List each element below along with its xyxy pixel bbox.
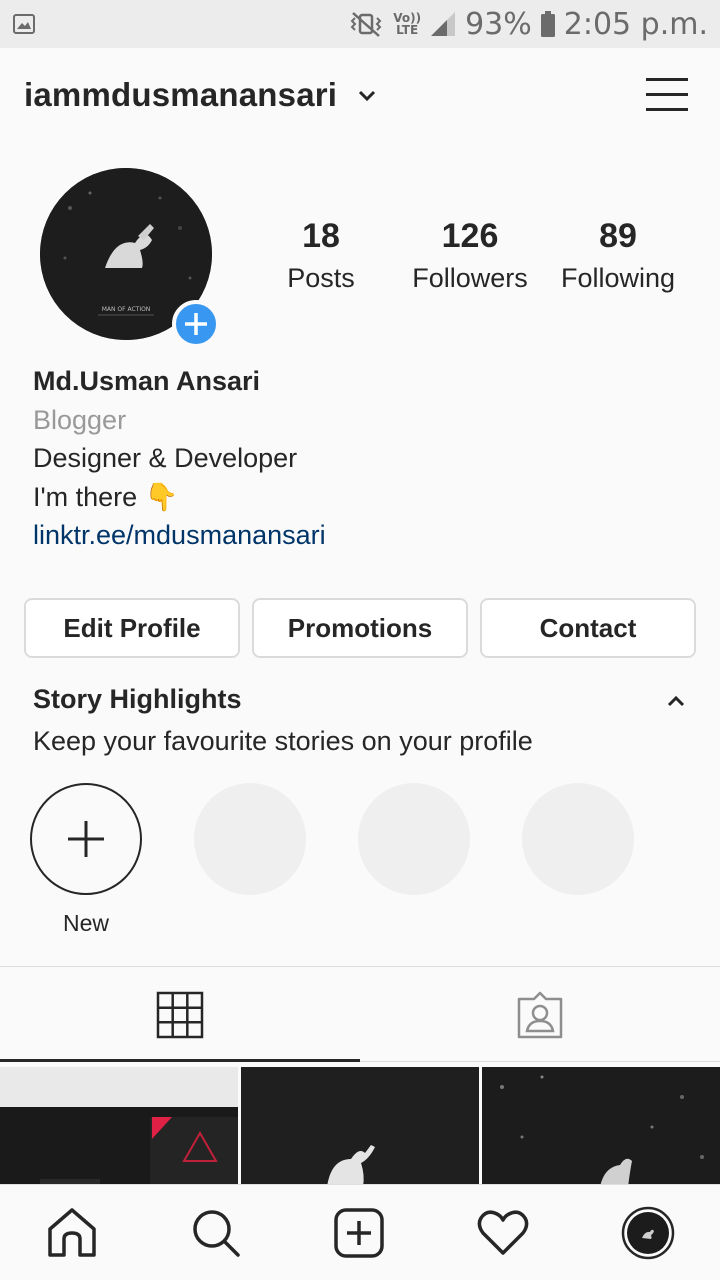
post-thumbnail[interactable] <box>482 1067 720 1187</box>
highlight-placeholder <box>358 783 470 895</box>
profile-header: iammdusmanansari <box>0 48 720 146</box>
chevron-down-icon[interactable] <box>358 90 376 102</box>
hamburger-menu-icon[interactable] <box>646 76 688 114</box>
following-stat[interactable]: 89 Following <box>543 214 693 298</box>
collapse-caret-icon[interactable] <box>665 694 687 708</box>
username-switcher[interactable]: iammdusmanansari <box>24 76 337 114</box>
post-image <box>241 1067 479 1187</box>
contact-button[interactable]: Contact <box>480 598 696 658</box>
new-post-icon[interactable] <box>331 1205 387 1261</box>
heart-icon[interactable] <box>475 1205 531 1261</box>
bio-line: I'm there 👇 <box>33 481 179 512</box>
highlights-subtitle: Keep your favourite stories on your prof… <box>33 726 533 756</box>
signal-icon <box>431 12 456 36</box>
profile-category: Blogger <box>33 404 127 435</box>
tagged-person-icon <box>517 991 563 1039</box>
lte-label: LTE <box>396 23 419 37</box>
edit-profile-button[interactable]: Edit Profile <box>24 598 240 658</box>
search-icon[interactable] <box>188 1205 244 1261</box>
volte-indicator: Vo)) LTE <box>393 12 421 36</box>
following-count: 89 <box>599 217 637 255</box>
status-icons: Vo)) LTE 93% 2:05 p.m. <box>347 6 708 42</box>
promotions-button[interactable]: Promotions <box>252 598 468 658</box>
grid-icon <box>156 991 204 1039</box>
website-link[interactable]: linktr.ee/mdusmanansari <box>33 516 326 555</box>
profile-bio: Md.Usman Ansari Blogger Designer & Devel… <box>33 362 326 555</box>
tab-divider <box>360 1061 720 1062</box>
new-highlight-label: New <box>62 910 109 936</box>
active-tab-indicator <box>0 1059 360 1062</box>
battery-icon <box>540 11 555 37</box>
bottom-navigation <box>0 1184 720 1280</box>
bio-line: Designer & Developer <box>33 443 298 473</box>
followers-label: Followers <box>412 263 528 293</box>
tab-grid[interactable] <box>0 967 360 1063</box>
avatar-caption: MAN OF ACTION <box>102 306 151 313</box>
posts-label: Posts <box>287 263 355 293</box>
post-thumbnail[interactable] <box>0 1067 238 1187</box>
vibrate-mute-icon <box>350 12 382 37</box>
highlights-title: Story Highlights <box>33 684 242 714</box>
post-image <box>0 1067 238 1187</box>
plus-icon <box>68 821 104 857</box>
post-thumbnail[interactable] <box>241 1067 479 1187</box>
add-story-button[interactable] <box>172 300 220 348</box>
posts-stat[interactable]: 18 Posts <box>246 214 396 298</box>
display-name: Md.Usman Ansari <box>33 366 261 396</box>
highlight-placeholder <box>522 783 634 895</box>
gallery-notification-icon <box>13 14 35 34</box>
followers-count: 126 <box>441 217 499 255</box>
followers-stat[interactable]: 126 Followers <box>395 214 545 298</box>
new-highlight-button[interactable] <box>30 783 142 895</box>
profile-avatar-icon[interactable] <box>620 1205 676 1261</box>
highlight-placeholder <box>194 783 306 895</box>
following-label: Following <box>560 263 676 293</box>
posts-count: 18 <box>302 217 340 255</box>
plus-icon <box>185 313 207 335</box>
status-bar: Vo)) LTE 93% 2:05 p.m. <box>0 0 720 48</box>
tab-tagged[interactable] <box>360 967 720 1063</box>
battery-percent: 93% <box>465 6 532 42</box>
home-icon[interactable] <box>44 1205 100 1261</box>
clock: 2:05 p.m. <box>563 6 708 42</box>
post-image <box>482 1067 720 1187</box>
